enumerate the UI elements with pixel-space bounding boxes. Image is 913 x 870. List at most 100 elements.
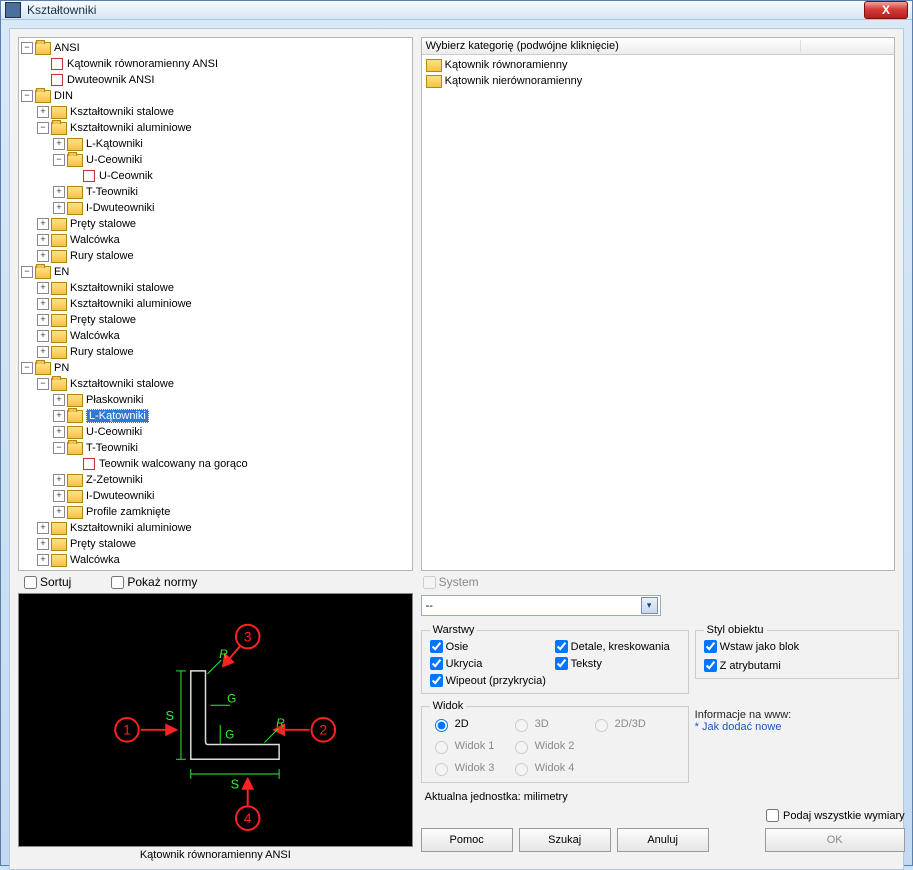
view-2d[interactable]: 2D <box>430 716 510 732</box>
tree-item-label: DIN <box>54 90 73 102</box>
tree-item[interactable]: +Kształtowniki stalowe <box>19 280 412 296</box>
tree-item[interactable]: +L-Kątowniki <box>19 136 412 152</box>
tree-item[interactable]: − DIN <box>19 88 412 104</box>
expand-icon[interactable]: + <box>37 538 49 550</box>
collapse-icon[interactable]: − <box>53 442 65 454</box>
expand-icon[interactable]: + <box>53 474 65 486</box>
tree-item[interactable]: −Kształtowniki stalowe <box>19 376 412 392</box>
tree-item[interactable]: Kątownik równoramienny ANSI <box>19 56 412 72</box>
tree-item-label: Walcówka <box>70 234 120 246</box>
category-item-label: Kątownik nierównoramienny <box>445 75 583 87</box>
collapse-icon[interactable]: − <box>21 266 33 278</box>
expand-icon[interactable]: + <box>37 522 49 534</box>
tree-item[interactable]: −U-Ceowniki <box>19 152 412 168</box>
expand-icon[interactable]: + <box>37 218 49 230</box>
all-dims-checkbox[interactable]: Podaj wszystkie wymiary <box>766 809 905 822</box>
info-link[interactable]: * Jak dodać nowe <box>695 721 905 733</box>
collapse-icon[interactable]: − <box>21 362 33 374</box>
tree-item[interactable]: +I-Dwuteowniki <box>19 200 412 216</box>
tree-item[interactable]: −T-Teowniki <box>19 440 412 456</box>
tree-item[interactable]: +L-Kątowniki <box>19 408 412 424</box>
layer-osie[interactable]: Osie <box>430 640 555 653</box>
tree-item[interactable]: Teownik walcowany na gorąco <box>19 456 412 472</box>
expand-icon[interactable]: + <box>53 506 65 518</box>
style-atr[interactable]: Z atrybutami <box>704 659 890 672</box>
expand-icon[interactable]: + <box>53 202 65 214</box>
tree-item[interactable]: +Kształtowniki aluminiowe <box>19 520 412 536</box>
expand-icon[interactable]: + <box>37 330 49 342</box>
tree-item[interactable]: −PN <box>19 360 412 376</box>
config-panel: -- ▾ Warstwy Osie Detale, kreskowania Uk… <box>421 593 905 861</box>
tree-item[interactable]: +Walcówka <box>19 328 412 344</box>
tree-item[interactable]: +Rury stalowe <box>19 344 412 360</box>
collapse-icon[interactable]: − <box>21 42 33 54</box>
layer-detale[interactable]: Detale, kreskowania <box>555 640 680 653</box>
cancel-button[interactable]: Anuluj <box>617 828 709 852</box>
tree-item[interactable]: Dwuteownik ANSI <box>19 72 412 88</box>
tree-item[interactable]: +Pręty stalowe <box>19 216 412 232</box>
tree-item-label: U-Ceownik <box>99 170 153 182</box>
expand-icon[interactable]: + <box>37 234 49 246</box>
tree-item[interactable]: U-Ceownik <box>19 168 412 184</box>
expand-icon[interactable]: + <box>53 138 65 150</box>
tree-item[interactable]: − Kształtowniki aluminiowe <box>19 120 412 136</box>
expand-icon[interactable]: + <box>37 106 49 118</box>
category-item[interactable]: Kątownik nierównoramienny <box>424 73 892 89</box>
expand-icon[interactable]: + <box>37 298 49 310</box>
tree-item[interactable]: + Walcówka <box>19 232 412 248</box>
expand-icon[interactable]: + <box>37 554 49 566</box>
search-button[interactable]: Szukaj <box>519 828 611 852</box>
expand-icon[interactable]: + <box>37 314 49 326</box>
tree-item[interactable]: +I-Dwuteowniki <box>19 488 412 504</box>
tree-item[interactable]: +Kształtowniki aluminiowe <box>19 296 412 312</box>
tree-item-label: Walcówka <box>70 554 120 566</box>
expand-icon[interactable]: + <box>37 282 49 294</box>
help-button[interactable]: Pomoc <box>421 828 513 852</box>
sort-checkbox[interactable]: Sortuj <box>24 575 71 589</box>
expand-icon[interactable]: + <box>37 346 49 358</box>
tree-item-label: Rury stalowe <box>70 250 134 262</box>
expand-icon[interactable]: + <box>53 410 65 422</box>
collapse-icon[interactable]: − <box>37 378 49 390</box>
profile-combo[interactable]: -- ▾ <box>421 595 661 616</box>
tree-item-label: Dwuteownik ANSI <box>67 74 154 86</box>
tree-item[interactable]: + Profile zamknięte <box>19 504 412 520</box>
svg-text:S: S <box>166 708 175 723</box>
info-heading: Informacje na www: <box>695 709 905 721</box>
tree-item[interactable]: +Płaskowniki <box>19 392 412 408</box>
tree-item[interactable]: +T-Teowniki <box>19 184 412 200</box>
layer-wipeout[interactable]: Wipeout (przykrycia) <box>430 674 555 687</box>
expand-icon[interactable]: + <box>53 426 65 438</box>
folder-open-icon <box>51 122 67 135</box>
category-list-header[interactable]: Wybierz kategorię (podwójne kliknięcie) <box>422 38 894 55</box>
style-blok[interactable]: Wstaw jako blok <box>704 640 890 653</box>
profile-icon <box>83 170 95 182</box>
titlebar[interactable]: Kształtowniki X <box>1 1 912 20</box>
expand-icon[interactable]: + <box>37 250 49 262</box>
tree-item-label: Kształtowniki aluminiowe <box>70 122 192 134</box>
layer-teksty[interactable]: Teksty <box>555 657 680 670</box>
expand-icon[interactable]: + <box>53 186 65 198</box>
tree-item[interactable]: −EN <box>19 264 412 280</box>
collapse-icon[interactable]: − <box>21 90 33 102</box>
show-norms-checkbox[interactable]: Pokaż normy <box>111 575 197 589</box>
tree-item[interactable]: +Pręty stalowe <box>19 536 412 552</box>
expand-icon[interactable]: + <box>53 490 65 502</box>
tree-item[interactable]: +Pręty stalowe <box>19 312 412 328</box>
expand-icon[interactable]: + <box>53 394 65 406</box>
tree-item[interactable]: + Rury stalowe <box>19 248 412 264</box>
collapse-icon[interactable]: − <box>53 154 65 166</box>
tree-item[interactable]: +Kształtowniki stalowe <box>19 104 412 120</box>
close-button[interactable]: X <box>864 1 908 19</box>
tree-item[interactable]: + Walcówka <box>19 552 412 568</box>
tree-scroll[interactable]: −ANSIKątownik równoramienny ANSI Dwuteown… <box>19 38 412 570</box>
category-item[interactable]: Kątownik równoramienny <box>424 57 892 73</box>
collapse-icon[interactable]: − <box>37 122 49 134</box>
tree-item[interactable]: +U-Ceowniki <box>19 424 412 440</box>
tree-item-label: Profile zamknięte <box>86 506 170 518</box>
tree-item[interactable]: −ANSI <box>19 40 412 56</box>
tree-item[interactable]: +Z-Zetowniki <box>19 472 412 488</box>
unit-label: Aktualna jednostka: milimetry <box>425 791 905 803</box>
layer-ukrycia[interactable]: Ukrycia <box>430 657 555 670</box>
view-w1: Widok 1 <box>430 738 510 754</box>
